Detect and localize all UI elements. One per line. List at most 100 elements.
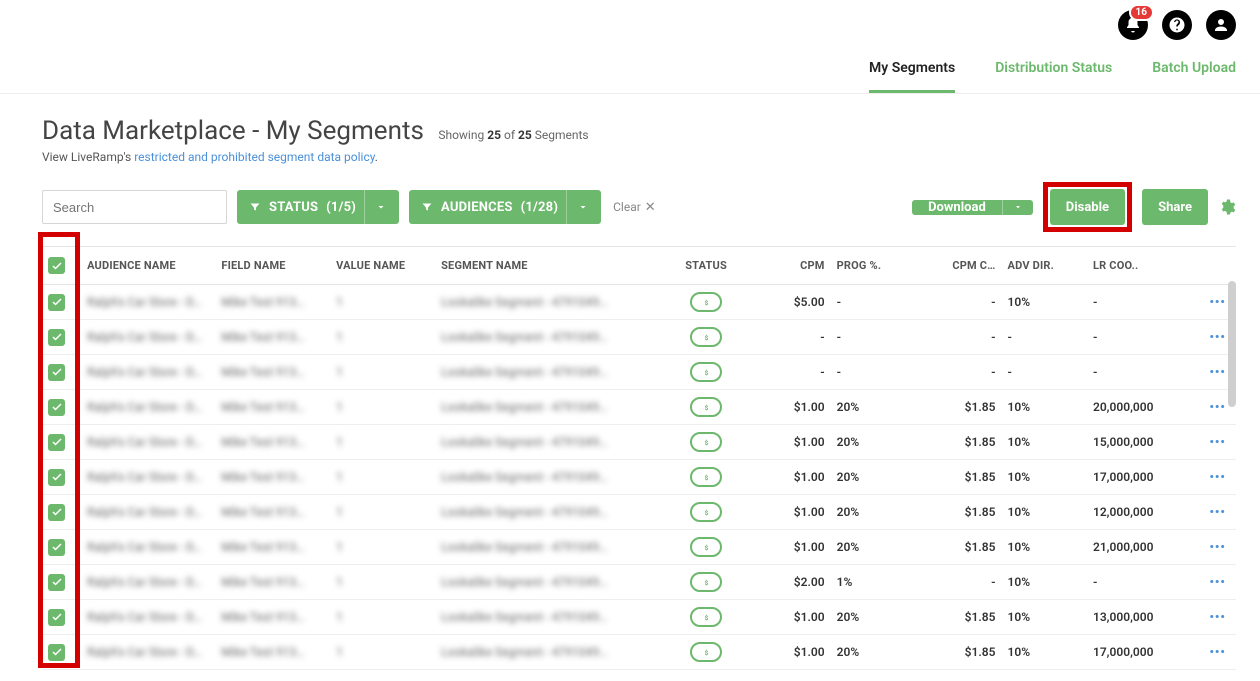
more-actions-button[interactable]: ••• <box>1209 610 1225 624</box>
download-dropdown[interactable] <box>1002 200 1033 215</box>
table-row[interactable]: Ralph's Car Store - D…Mike Test 913…1Loo… <box>42 635 1236 670</box>
more-actions-button[interactable]: ••• <box>1209 365 1225 379</box>
field-name-cell: Mike Test 913… <box>221 505 304 519</box>
tab-distribution-status[interactable]: Distribution Status <box>995 52 1112 93</box>
scrollbar-thumb[interactable] <box>1228 281 1236 407</box>
table-row[interactable]: Ralph's Car Store - D…Mike Test 913…1Loo… <box>42 670 1236 678</box>
col-header-adv[interactable]: ADV DIR. <box>1002 247 1087 285</box>
field-name-cell: Mike Test 913… <box>221 400 304 414</box>
more-actions-button[interactable]: ••• <box>1209 505 1225 519</box>
policy-line: View LiveRamp's restricted and prohibite… <box>42 150 1236 164</box>
prog-cell: 20% <box>831 390 916 425</box>
svg-text:$: $ <box>704 473 708 481</box>
filter-audiences[interactable]: AUDIENCES (1/28) <box>409 190 601 224</box>
more-actions-button[interactable]: ••• <box>1209 540 1225 554</box>
more-actions-button[interactable]: ••• <box>1209 295 1225 309</box>
table-row[interactable]: Ralph's Car Store - D…Mike Test 913…1Loo… <box>42 495 1236 530</box>
table-row[interactable]: Ralph's Car Store - D…Mike Test 913…1Loo… <box>42 390 1236 425</box>
row-checkbox[interactable] <box>48 504 65 521</box>
col-header-cpmc[interactable]: CPM C… <box>916 247 1001 285</box>
row-checkbox[interactable] <box>48 574 65 591</box>
segments-table: AUDIENCE NAME FIELD NAME VALUE NAME SEGM… <box>42 247 1236 677</box>
col-header-cpm[interactable]: CPM <box>745 247 830 285</box>
more-actions-button[interactable]: ••• <box>1209 645 1225 659</box>
cookies-cell: 12,000,000 <box>1087 495 1199 530</box>
adv-cell: 10% <box>1002 600 1087 635</box>
table-row[interactable]: Ralph's Car Store - D…Mike Test 913…1Loo… <box>42 355 1236 390</box>
col-header-status[interactable]: STATUS <box>667 247 745 285</box>
cpm-cell: $1.00 <box>745 530 830 565</box>
value-name-cell: 1 <box>336 295 343 309</box>
disable-highlight: Disable <box>1043 182 1132 232</box>
tab-my-segments[interactable]: My Segments <box>869 52 955 93</box>
table-row[interactable]: Ralph's Car Store - D…Mike Test 913…1Loo… <box>42 460 1236 495</box>
cpmc-cell: $1.85 <box>916 425 1001 460</box>
col-header-prog[interactable]: PROG %. <box>831 247 916 285</box>
field-name-cell: Mike Test 913… <box>221 330 304 344</box>
filter-icon <box>249 201 261 213</box>
filter-icon <box>421 201 433 213</box>
adv-cell: 10% <box>1002 530 1087 565</box>
svg-text:$: $ <box>704 403 708 411</box>
col-header-segment[interactable]: SEGMENT NAME <box>435 247 667 285</box>
help-button[interactable] <box>1162 10 1192 40</box>
settings-button[interactable] <box>1218 198 1236 216</box>
row-checkbox[interactable] <box>48 469 65 486</box>
cpm-cell: $1.00 <box>745 425 830 460</box>
status-pill: $ <box>690 292 722 312</box>
table-row[interactable]: Ralph's Car Store - D…Mike Test 913…1Loo… <box>42 320 1236 355</box>
col-header-select[interactable] <box>42 247 81 285</box>
cookies-cell: - <box>1087 355 1199 390</box>
download-button[interactable]: Download <box>912 200 1033 215</box>
table-row[interactable]: Ralph's Car Store - D…Mike Test 913…1Loo… <box>42 425 1236 460</box>
col-header-cookies[interactable]: LR COO.. <box>1087 247 1199 285</box>
cpm-cell: $5.00 <box>745 285 830 320</box>
table-row[interactable]: Ralph's Car Store - D…Mike Test 913…1Loo… <box>42 565 1236 600</box>
audience-name-cell: Ralph's Car Store - D… <box>87 540 201 554</box>
cpmc-cell: $1.85 <box>916 600 1001 635</box>
chevron-down-icon <box>1013 202 1023 212</box>
table-row[interactable]: Ralph's Car Store - D…Mike Test 913…1Loo… <box>42 600 1236 635</box>
table-header-row: AUDIENCE NAME FIELD NAME VALUE NAME SEGM… <box>42 247 1236 285</box>
col-header-audience[interactable]: AUDIENCE NAME <box>81 247 215 285</box>
prog-cell: 20% <box>831 530 916 565</box>
status-pill: $ <box>690 502 722 522</box>
clear-filters-button[interactable]: Clear ✕ <box>613 200 656 215</box>
search-input[interactable] <box>42 190 227 224</box>
value-name-cell: 1 <box>336 470 343 484</box>
more-actions-button[interactable]: ••• <box>1209 435 1225 449</box>
tab-batch-upload[interactable]: Batch Upload <box>1152 52 1236 93</box>
row-checkbox[interactable] <box>48 294 65 311</box>
row-checkbox[interactable] <box>48 329 65 346</box>
segment-name-cell: Lookalike Segment - 4791049… <box>441 435 607 449</box>
col-header-field[interactable]: FIELD NAME <box>215 247 330 285</box>
col-header-value[interactable]: VALUE NAME <box>330 247 435 285</box>
cpm-cell: $2.00 <box>745 565 830 600</box>
row-checkbox[interactable] <box>48 644 65 661</box>
status-pill: $ <box>690 607 722 627</box>
table-row[interactable]: Ralph's Car Store - D…Mike Test 913…1Loo… <box>42 285 1236 320</box>
more-actions-button[interactable]: ••• <box>1209 470 1225 484</box>
notifications-button[interactable]: 16 <box>1118 10 1148 40</box>
segment-name-cell: Lookalike Segment - 4791049… <box>441 610 607 624</box>
profile-button[interactable] <box>1206 10 1236 40</box>
policy-link[interactable]: restricted and prohibited segment data p… <box>134 150 375 164</box>
prog-cell: 20% <box>831 425 916 460</box>
disable-button[interactable]: Disable <box>1050 189 1125 225</box>
prog-cell: 20% <box>831 495 916 530</box>
field-name-cell: Mike Test 913… <box>221 645 304 659</box>
row-checkbox[interactable] <box>48 364 65 381</box>
more-actions-button[interactable]: ••• <box>1209 575 1225 589</box>
share-button[interactable]: Share <box>1142 189 1208 225</box>
row-checkbox[interactable] <box>48 434 65 451</box>
value-name-cell: 1 <box>336 505 343 519</box>
filter-status[interactable]: STATUS (1/5) <box>237 190 399 224</box>
row-checkbox[interactable] <box>48 609 65 626</box>
table-row[interactable]: Ralph's Car Store - D…Mike Test 913…1Loo… <box>42 530 1236 565</box>
row-checkbox[interactable] <box>48 399 65 416</box>
more-actions-button[interactable]: ••• <box>1209 400 1225 414</box>
cpm-cell: - <box>745 355 830 390</box>
sub-count2: 25 <box>518 128 532 142</box>
more-actions-button[interactable]: ••• <box>1209 330 1225 344</box>
row-checkbox[interactable] <box>48 539 65 556</box>
